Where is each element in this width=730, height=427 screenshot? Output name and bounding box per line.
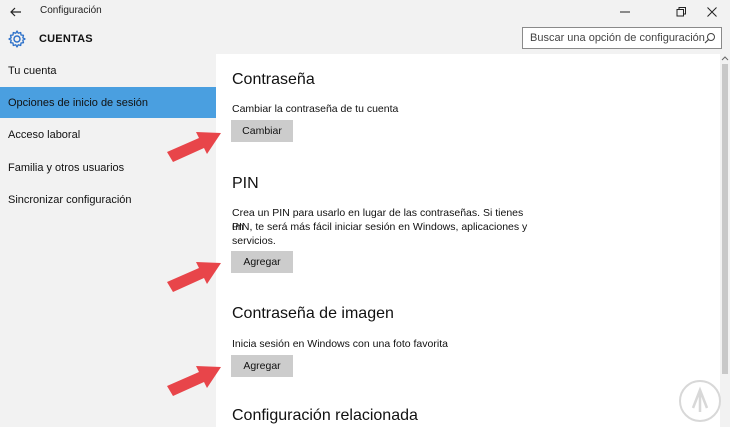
- sidebar-item-label: Opciones de inicio de sesión: [8, 97, 149, 109]
- close-button[interactable]: [697, 1, 727, 23]
- sidebar-item-tu-cuenta[interactable]: Tu cuenta: [0, 55, 216, 86]
- pin-description-line-3: servicios.: [232, 235, 276, 247]
- main-content: Contraseña Cambiar la contraseña de tu c…: [216, 54, 730, 427]
- picture-password-description: Inicia sesión en Windows con una foto fa…: [232, 338, 448, 350]
- close-icon: [707, 7, 717, 17]
- page-title: CUENTAS: [39, 33, 93, 45]
- settings-header: CUENTAS Buscar una opción de configuraci…: [0, 24, 730, 54]
- sidebar-item-label: Familia y otros usuarios: [8, 162, 125, 174]
- minimize-button[interactable]: [610, 1, 640, 23]
- password-heading: Contraseña: [232, 71, 315, 88]
- search-placeholder: Buscar una opción de configuración: [530, 32, 705, 44]
- search-input[interactable]: Buscar una opción de configuración: [522, 27, 722, 49]
- restore-button[interactable]: [666, 1, 696, 23]
- search-icon[interactable]: [704, 32, 716, 44]
- sidebar-item-label: Sincronizar configuración: [8, 194, 132, 206]
- related-settings-heading: Configuración relacionada: [232, 407, 418, 424]
- pin-heading: PIN: [232, 175, 259, 192]
- sidebar-item-label: Tu cuenta: [8, 65, 57, 77]
- sidebar-item-sincronizar[interactable]: Sincronizar configuración: [0, 184, 216, 215]
- title-bar: Configuración: [0, 0, 730, 24]
- add-pin-button[interactable]: Agregar: [231, 251, 293, 273]
- sidebar-item-opciones-inicio-sesion[interactable]: Opciones de inicio de sesión: [0, 87, 216, 118]
- add-picture-password-button[interactable]: Agregar: [231, 355, 293, 377]
- minimize-icon: [620, 11, 630, 13]
- sidebar-item-label: Acceso laboral: [8, 129, 81, 141]
- watermark-logo: [679, 380, 721, 422]
- window-title: Configuración: [40, 5, 102, 16]
- scroll-up-icon[interactable]: [721, 55, 729, 61]
- red-arrow-icon: [167, 366, 221, 396]
- gear-icon: [8, 30, 26, 48]
- picture-password-heading: Contraseña de imagen: [232, 305, 394, 322]
- change-password-button[interactable]: Cambiar: [231, 120, 293, 142]
- scrollbar[interactable]: [720, 54, 730, 427]
- restore-icon: [676, 7, 686, 17]
- back-arrow-icon: [10, 7, 21, 17]
- back-button[interactable]: [6, 2, 26, 22]
- pin-description-line-2: PIN, te será más fácil iniciar sesión en…: [232, 221, 528, 233]
- scroll-thumb[interactable]: [722, 64, 728, 374]
- red-arrow-icon: [167, 262, 221, 292]
- password-description: Cambiar la contraseña de tu cuenta: [232, 103, 399, 115]
- red-arrow-icon: [167, 132, 221, 162]
